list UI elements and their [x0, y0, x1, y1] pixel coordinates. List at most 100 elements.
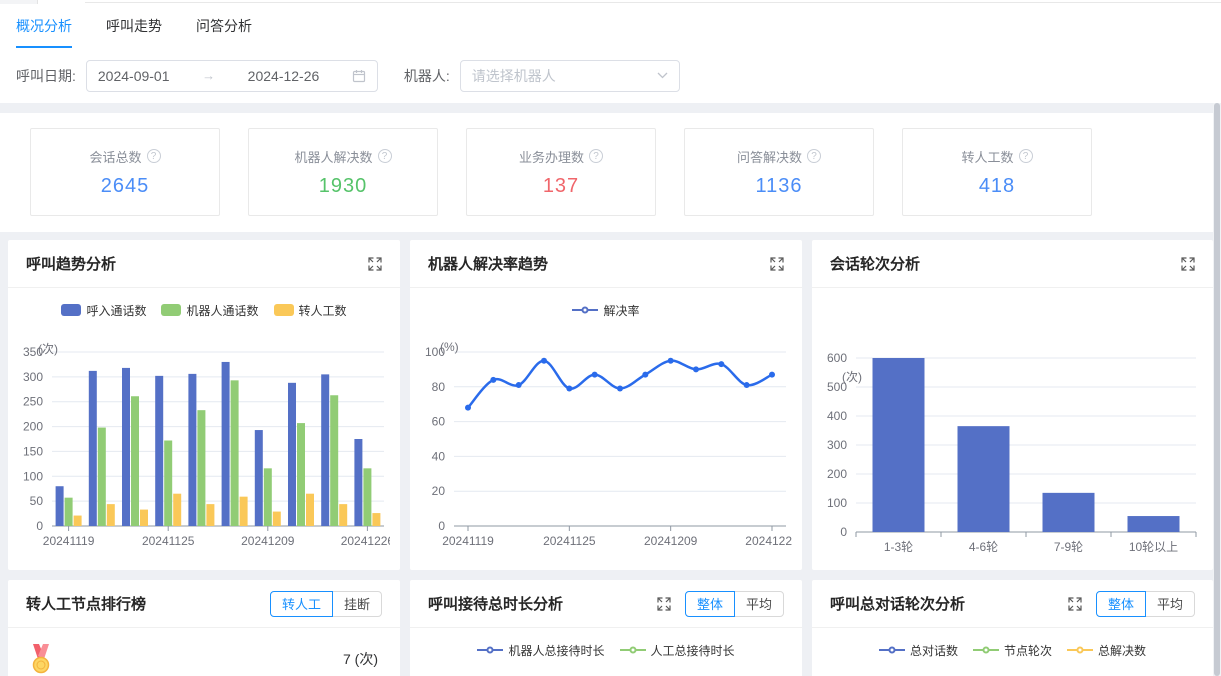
top-chrome-sliver	[0, 0, 1221, 4]
svg-text:20241119: 20241119	[442, 534, 494, 548]
panel-header: 转人工节点排行榜 转人工 挂断	[8, 580, 400, 628]
legend-item[interactable]: 总对话数	[879, 642, 958, 659]
legend-item[interactable]: 解决率	[572, 302, 639, 319]
expand-icon[interactable]	[770, 257, 784, 271]
toggle-transfer-button[interactable]: 转人工	[270, 591, 333, 617]
legend-line-circle-marker	[879, 649, 905, 651]
toggle-overall-button[interactable]: 整体	[685, 591, 735, 617]
legend-item[interactable]: 总解决数	[1067, 642, 1146, 659]
svg-text:20241119: 20241119	[43, 534, 95, 548]
svg-text:80: 80	[432, 380, 446, 394]
svg-text:0: 0	[36, 519, 43, 533]
chevron-down-icon	[657, 72, 668, 79]
tab-call-trend[interactable]: 呼叫走势	[106, 4, 162, 48]
rank-row-1: 7 (次)	[8, 628, 400, 674]
expand-icon[interactable]	[657, 597, 671, 611]
help-icon[interactable]: ?	[807, 149, 821, 163]
scrollbar-thumb[interactable]	[1214, 103, 1220, 676]
header-controls: 整体 平均	[1068, 591, 1195, 617]
y-axis-labels: 020406080100	[425, 345, 445, 533]
panel-header: 呼叫趋势分析	[8, 240, 400, 288]
svg-text:20241226: 20241226	[341, 534, 390, 548]
stat-card: 会话总数?2645	[30, 128, 220, 216]
legend-item[interactable]: 机器人总接待时长	[477, 642, 604, 659]
stat-label: 问答解决数	[737, 147, 802, 166]
svg-text:200: 200	[23, 420, 43, 434]
toggle-overall-button[interactable]: 整体	[1096, 591, 1146, 617]
legend-item[interactable]: 节点轮次	[973, 642, 1052, 659]
rank-type-toggle: 转人工 挂断	[270, 591, 382, 617]
svg-text:20241209: 20241209	[241, 534, 295, 548]
rounds-mode-toggle: 整体 平均	[1096, 591, 1195, 617]
session-rounds-chart[interactable]: 01002003004005006001-3轮4-6轮7-9轮10轮以上	[812, 332, 1204, 564]
help-icon[interactable]: ?	[378, 149, 392, 163]
call-date-label: 呼叫日期:	[16, 66, 76, 86]
y-axis-unit: (次)	[842, 368, 862, 385]
panel-title: 呼叫趋势分析	[26, 253, 116, 274]
panel-body: 解决率 (%) 02040608010020241119202411252024…	[410, 300, 802, 556]
duration-mode-toggle: 整体 平均	[685, 591, 784, 617]
stat-label: 机器人解决数	[294, 147, 372, 166]
panel-call-trend: 呼叫趋势分析 呼入通话数机器人通话数转人工数 (次) 0501001502002…	[8, 240, 400, 570]
stat-value: 1930	[319, 175, 368, 198]
chart-legend: 解决率	[410, 300, 802, 320]
expand-icon[interactable]	[1181, 257, 1195, 271]
panel-duration: 呼叫接待总时长分析 整体 平均 机器人总接待时长人工总接待时长 (秒)	[410, 580, 802, 676]
robot-label: 机器人:	[404, 66, 450, 86]
svg-text:20241125: 20241125	[543, 534, 596, 548]
svg-text:400: 400	[827, 409, 847, 423]
call-analytics-dashboard: 概况分析 呼叫走势 问答分析 呼叫日期: 2024-09-01 → 2024-1…	[0, 0, 1221, 676]
legend-label: 机器人通话数	[186, 302, 258, 319]
legend-item[interactable]: 机器人通话数	[161, 302, 258, 319]
tab-overview-analysis[interactable]: 概况分析	[16, 4, 72, 48]
date-start-value[interactable]: 2024-09-01	[98, 68, 170, 84]
panel-body: (次) 01002003004005006001-3轮4-6轮7-9轮10轮以上	[812, 332, 1213, 564]
stat-value: 2645	[101, 175, 150, 198]
panel-title: 转人工节点排行榜	[26, 593, 146, 614]
panel-title: 机器人解决率趋势	[428, 253, 548, 274]
stat-label: 业务办理数	[519, 147, 584, 166]
svg-text:250: 250	[23, 395, 43, 409]
calendar-icon	[352, 69, 366, 83]
legend-label: 解决率	[603, 302, 639, 319]
date-range-picker[interactable]: 2024-09-01 → 2024-12-26	[86, 60, 378, 92]
help-icon[interactable]: ?	[1019, 149, 1033, 163]
solve-rate-chart[interactable]: 0204060801002024111920241125202412092024…	[410, 326, 792, 556]
call-trend-chart[interactable]: 0501001502002503003502024111920241125202…	[8, 326, 390, 556]
legend-item[interactable]: 呼入通话数	[61, 302, 146, 319]
legend-line-circle-marker	[620, 649, 646, 651]
expand-icon[interactable]	[368, 257, 382, 271]
toggle-hangup-button[interactable]: 挂断	[332, 591, 382, 617]
legend-item[interactable]: 转人工数	[274, 302, 347, 319]
vertical-scrollbar[interactable]	[1213, 103, 1221, 676]
toggle-average-button[interactable]: 平均	[1145, 591, 1195, 617]
chart-legend: 机器人总接待时长 人工总接待时长	[410, 640, 802, 660]
expand-icon[interactable]	[1068, 597, 1082, 611]
svg-text:40: 40	[432, 449, 446, 463]
svg-text:0: 0	[840, 525, 847, 539]
tab-qa-analysis[interactable]: 问答分析	[196, 4, 252, 48]
legend-label: 总对话数	[910, 642, 958, 659]
svg-text:300: 300	[827, 438, 847, 452]
svg-text:50: 50	[30, 494, 44, 508]
date-range-arrow-icon: →	[202, 68, 215, 83]
panel-title: 呼叫总对话轮次分析	[830, 593, 965, 614]
y-axis-unit: (%)	[440, 340, 459, 354]
legend-label: 机器人总接待时长	[508, 642, 604, 659]
svg-text:150: 150	[23, 444, 43, 458]
legend-label: 人工总接待时长	[651, 642, 735, 659]
legend-label: 节点轮次	[1004, 642, 1052, 659]
legend-line-circle-marker	[1067, 649, 1093, 651]
help-icon[interactable]: ?	[589, 149, 603, 163]
panels-grid: 呼叫趋势分析 呼入通话数机器人通话数转人工数 (次) 0501001502002…	[8, 240, 1213, 676]
date-end-value[interactable]: 2024-12-26	[248, 68, 320, 84]
panel-rounds-total: 呼叫总对话轮次分析 整体 平均 总对话数节点轮次总解决数 (次)	[812, 580, 1213, 676]
robot-select-placeholder: 请选择机器人	[472, 66, 556, 86]
help-icon[interactable]: ?	[147, 149, 161, 163]
toggle-average-button[interactable]: 平均	[734, 591, 784, 617]
robot-select[interactable]: 请选择机器人	[460, 60, 680, 92]
legend-item[interactable]: 人工总接待时长	[620, 642, 735, 659]
filter-bar: 呼叫日期: 2024-09-01 → 2024-12-26 机器人: 请选择机器…	[0, 48, 1221, 103]
panel-header: 呼叫总对话轮次分析 整体 平均	[812, 580, 1213, 628]
panel-header: 机器人解决率趋势	[410, 240, 802, 288]
